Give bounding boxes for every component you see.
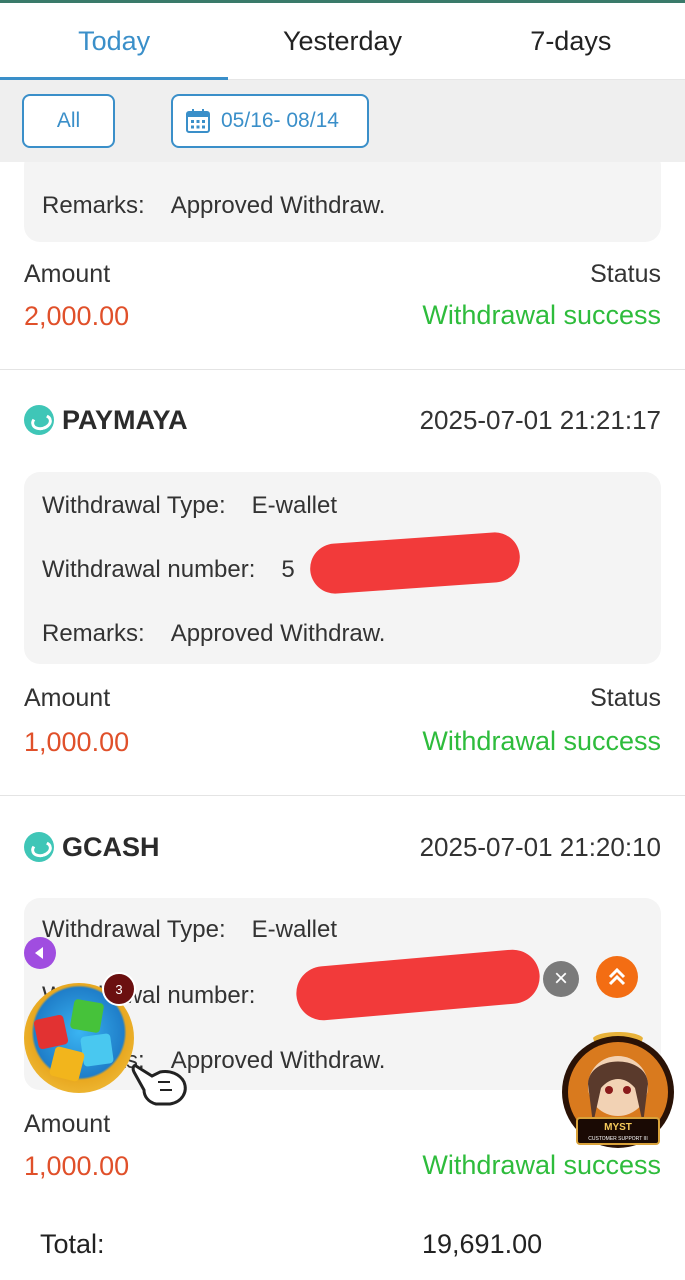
cube-yellow: [48, 1045, 86, 1083]
svg-text:CUSTOMER SUPPORT III: CUSTOMER SUPPORT III: [588, 1136, 647, 1142]
method-name: GCASH: [62, 831, 160, 862]
cube-blue: [80, 1033, 114, 1067]
close-icon: ×: [553, 965, 568, 992]
wallet-icon: [24, 405, 54, 435]
record-3-method: GCASH: [24, 832, 160, 863]
remarks-value: Approved Withdraw.: [170, 620, 386, 647]
withdrawal-type-line: Withdrawal Type: E-wallet: [42, 916, 337, 944]
total-label: Total:: [40, 1229, 105, 1259]
record-2-amount-value: 1,000.00: [24, 727, 130, 757]
withdrawal-type-label: Withdrawal Type:: [42, 492, 226, 519]
total-value: 19,691.00: [422, 1229, 543, 1259]
record-2-status-label: Status: [590, 684, 661, 712]
record-3-status-value: Withdrawal success: [422, 1150, 661, 1180]
record-1-remarks-line: Remarks: Approved Withdraw.: [42, 192, 385, 220]
filter-bar-bg: All 05/16- 08/14: [0, 80, 685, 162]
tab-yesterday[interactable]: Yesterday: [228, 3, 456, 79]
remarks-line: Remarks: Approved Withdraw.: [42, 620, 385, 648]
tab-today[interactable]: Today: [0, 3, 229, 80]
double-chevron-up-icon: [608, 967, 626, 986]
remarks-label: Remarks:: [42, 620, 145, 647]
record-1-details: Remarks: Approved Withdraw.: [24, 150, 661, 242]
record-1-amount-label: Amount: [24, 260, 111, 288]
withdrawal-number-label: Withdrawal number:: [42, 556, 256, 583]
cube-red: [33, 1014, 69, 1050]
arrow-left-icon: [35, 947, 43, 959]
divider: [0, 369, 685, 370]
pointing-hand-icon: [131, 1064, 187, 1106]
record-2-method: PAYMAYA: [24, 405, 188, 436]
scroll-top-button[interactable]: [596, 956, 638, 998]
divider: [0, 795, 685, 796]
record-2-datetime: 2025-07-01 21:21:17: [419, 404, 661, 435]
date-range-button-overlay[interactable]: 05/16- 08/14: [171, 94, 369, 148]
record-1-status-label: Status: [590, 260, 661, 288]
record-2-amount-label: Amount: [24, 684, 111, 712]
record-2-header: PAYMAYA 2025-07-01 21:21:17: [24, 400, 661, 440]
method-name: PAYMAYA: [62, 404, 188, 435]
withdrawal-number-value: 5: [281, 556, 295, 583]
record-1-amount-value: 2,000.00: [24, 301, 130, 331]
record-3-datetime: 2025-07-01 21:20:10: [419, 831, 661, 862]
period-tabs: Today Yesterday 7-days: [0, 0, 685, 80]
withdrawal-type-label: Withdrawal Type:: [42, 916, 226, 943]
withdrawal-type-value: E-wallet: [251, 492, 337, 519]
close-widget-button[interactable]: ×: [543, 961, 579, 997]
tab-7-days[interactable]: 7-days: [457, 3, 685, 79]
record-3-amount-label: Amount: [24, 1110, 111, 1138]
filter-all-button-overlay[interactable]: All: [22, 94, 115, 148]
svg-text:MYST: MYST: [604, 1122, 632, 1133]
withdrawal-type-line: Withdrawal Type: E-wallet: [42, 492, 337, 520]
wallet-icon: [24, 832, 54, 862]
withdrawal-number-line: Withdrawal number: 5: [42, 556, 295, 584]
calendar-icon: [186, 109, 210, 133]
remarks-value: Approved Withdraw.: [170, 192, 386, 219]
remarks-label: Remarks:: [42, 192, 145, 219]
record-3-amount-value: 1,000.00: [24, 1151, 130, 1181]
remarks-value: Approved Withdraw.: [170, 1047, 386, 1074]
record-3-header: GCASH 2025-07-01 21:20:10: [24, 827, 661, 867]
withdrawal-type-value: E-wallet: [251, 916, 337, 943]
record-1-status-value: Withdrawal success: [422, 300, 661, 330]
record-2-status-value: Withdrawal success: [422, 726, 661, 756]
notification-badge: 3: [102, 972, 136, 1006]
customer-support-avatar[interactable]: MYST CUSTOMER SUPPORT III: [559, 1028, 677, 1150]
collapse-widget-button[interactable]: [24, 937, 56, 969]
date-range-text: 05/16- 08/14: [221, 109, 339, 132]
cube-green: [69, 998, 105, 1034]
